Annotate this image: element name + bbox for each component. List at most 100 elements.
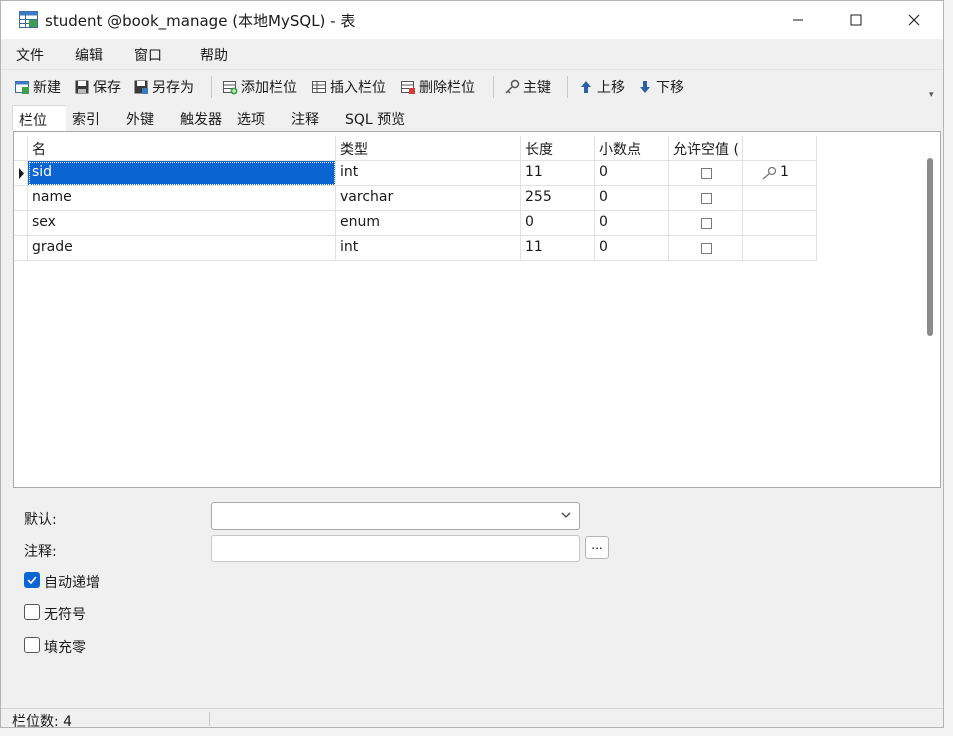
comment-edit-button[interactable]: ... xyxy=(585,536,609,559)
cell-key[interactable]: 1 xyxy=(743,161,817,186)
nullable-checkbox[interactable] xyxy=(701,243,712,254)
comment-label: 注释: xyxy=(24,544,57,560)
window-title: student @book_manage (本地MySQL) - 表 xyxy=(45,12,356,30)
toolbar-overflow-icon[interactable]: ▾ xyxy=(929,90,934,100)
close-button[interactable] xyxy=(885,1,943,39)
cell-type[interactable]: int xyxy=(336,236,521,261)
toolbar-separator xyxy=(493,76,494,98)
cell-type[interactable]: int xyxy=(336,161,521,186)
tab-strip: 栏位 索引 外键 触发器 选项 注释 SQL 预览 xyxy=(1,105,943,131)
insert-column-label: 插入栏位 xyxy=(330,80,386,96)
default-value-select[interactable] xyxy=(211,502,580,530)
table-icon xyxy=(19,11,38,28)
tab-options[interactable]: 选项 xyxy=(231,105,284,131)
move-down-label: 下移 xyxy=(656,80,684,96)
cell-decimals[interactable]: 0 xyxy=(595,236,669,261)
cell-nullable[interactable] xyxy=(669,211,743,236)
chevron-down-icon xyxy=(561,512,571,518)
cell-key[interactable] xyxy=(743,236,817,261)
header-decimals[interactable]: 小数点 xyxy=(595,136,669,161)
zerofill-checkbox[interactable] xyxy=(24,637,40,653)
delete-column-label: 删除栏位 xyxy=(419,80,475,96)
cell-nullable[interactable] xyxy=(669,186,743,211)
grid-vertical-scrollbar[interactable] xyxy=(920,136,940,486)
cell-type[interactable]: enum xyxy=(336,211,521,236)
close-icon xyxy=(908,14,920,26)
insert-column-button[interactable]: 插入栏位 xyxy=(311,77,386,97)
window-shadow-bottom xyxy=(0,728,953,736)
maximize-button[interactable] xyxy=(827,1,885,39)
move-up-button[interactable]: 上移 xyxy=(578,77,625,97)
row-indicator[interactable] xyxy=(14,186,28,211)
title-bar[interactable]: student @book_manage (本地MySQL) - 表 xyxy=(1,1,943,39)
tab-fields[interactable]: 栏位 xyxy=(12,105,67,131)
zerofill-label: 填充零 xyxy=(44,640,86,656)
header-type[interactable]: 类型 xyxy=(336,136,521,161)
cell-decimals[interactable]: 0 xyxy=(595,186,669,211)
scrollbar-thumb[interactable] xyxy=(927,158,933,336)
status-separator xyxy=(209,712,210,726)
cell-name[interactable]: sid xyxy=(28,161,336,186)
cell-decimals[interactable]: 0 xyxy=(595,211,669,236)
maximize-icon xyxy=(850,14,862,26)
menu-help[interactable]: 帮助 xyxy=(200,45,228,65)
tab-foreign-keys-label: 外键 xyxy=(126,112,154,128)
nullable-checkbox[interactable] xyxy=(701,168,712,179)
new-button[interactable]: 新建 xyxy=(14,77,61,97)
cell-type[interactable]: varchar xyxy=(336,186,521,211)
menu-file[interactable]: 文件 xyxy=(16,45,44,65)
auto-increment-checkbox[interactable] xyxy=(24,572,40,588)
toolbar: 新建 保存 另存为 添加栏位 插入栏位 删除栏位 主键 上移 下移 ▾ xyxy=(1,69,943,102)
save-icon xyxy=(75,80,89,94)
nullable-checkbox[interactable] xyxy=(701,193,712,204)
cell-name[interactable]: sex xyxy=(28,211,336,236)
tab-triggers[interactable]: 触发器 xyxy=(174,105,230,131)
tab-sql-preview[interactable]: SQL 预览 xyxy=(339,105,414,131)
add-column-button[interactable]: 添加栏位 xyxy=(222,77,297,97)
header-name[interactable]: 名 xyxy=(28,136,336,161)
default-label: 默认: xyxy=(24,512,57,528)
menu-edit[interactable]: 编辑 xyxy=(75,45,103,65)
row-indicator[interactable] xyxy=(14,236,28,261)
tab-foreign-keys[interactable]: 外键 xyxy=(120,105,173,131)
primary-key-button[interactable]: 主键 xyxy=(504,77,551,97)
cell-name[interactable]: name xyxy=(28,186,336,211)
toolbar-separator xyxy=(567,76,568,98)
cell-nullable[interactable] xyxy=(669,236,743,261)
cell-name[interactable]: grade xyxy=(28,236,336,261)
cell-length[interactable]: 0 xyxy=(521,211,595,236)
delete-column-button[interactable]: 删除栏位 xyxy=(400,77,475,97)
header-nullable[interactable]: 允许空值 ( xyxy=(669,136,743,161)
save-as-button[interactable]: 另存为 xyxy=(133,77,194,97)
minimize-button[interactable] xyxy=(769,1,827,39)
comment-input[interactable] xyxy=(211,535,580,562)
cell-key[interactable] xyxy=(743,211,817,236)
tab-options-label: 选项 xyxy=(237,112,265,128)
header-length[interactable]: 长度 xyxy=(521,136,595,161)
row-indicator[interactable] xyxy=(14,161,28,186)
menu-window[interactable]: 窗口 xyxy=(134,45,162,65)
cell-decimals[interactable]: 0 xyxy=(595,161,669,186)
new-label: 新建 xyxy=(33,80,61,96)
field-count: 栏位数: 4 xyxy=(12,714,73,728)
move-down-button[interactable]: 下移 xyxy=(637,77,684,97)
minimize-icon xyxy=(793,19,803,21)
tab-comments-label: 注释 xyxy=(291,112,319,128)
save-button[interactable]: 保存 xyxy=(74,77,121,97)
row-indicator[interactable] xyxy=(14,211,28,236)
key-icon xyxy=(762,166,777,180)
cell-nullable[interactable] xyxy=(669,161,743,186)
save-as-label: 另存为 xyxy=(152,80,194,96)
delete-column-icon xyxy=(401,81,415,94)
tab-comments[interactable]: 注释 xyxy=(285,105,338,131)
cell-length[interactable]: 255 xyxy=(521,186,595,211)
cell-length[interactable]: 11 xyxy=(521,161,595,186)
cell-length[interactable]: 11 xyxy=(521,236,595,261)
fields-grid[interactable]: 名 类型 长度 小数点 允许空值 ( sid int 11 0 1 name v… xyxy=(13,131,941,488)
unsigned-checkbox[interactable] xyxy=(24,604,40,620)
cell-key[interactable] xyxy=(743,186,817,211)
header-key[interactable] xyxy=(743,136,817,161)
key-icon xyxy=(505,79,520,94)
tab-indexes[interactable]: 索引 xyxy=(66,105,119,131)
nullable-checkbox[interactable] xyxy=(701,218,712,229)
